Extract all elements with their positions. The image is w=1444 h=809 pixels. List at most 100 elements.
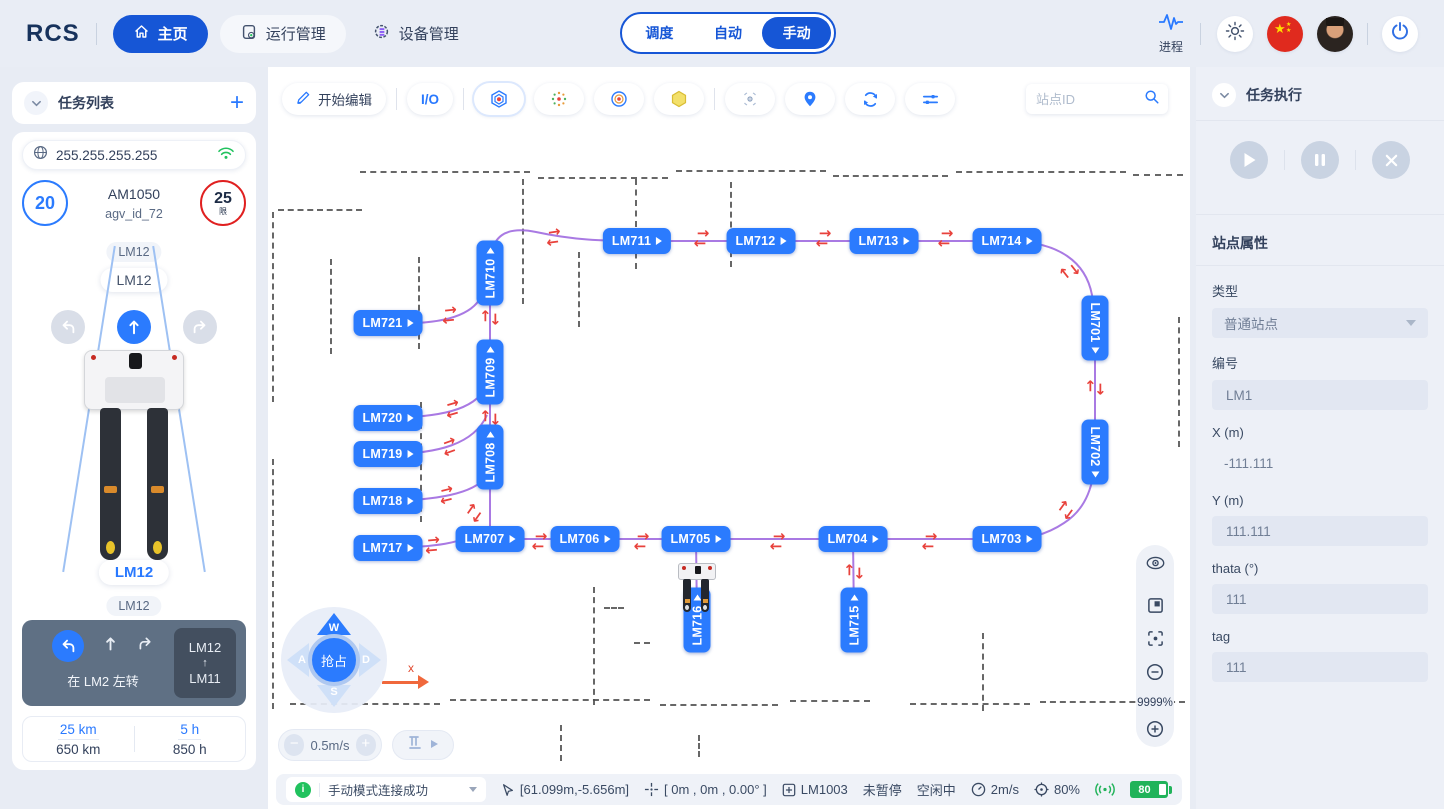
station-LM709[interactable]: LM709 xyxy=(477,340,504,405)
station-props-title: 站点属性 xyxy=(1212,215,1428,253)
station-LM701[interactable]: LM701 xyxy=(1082,296,1109,361)
minimap-button[interactable] xyxy=(1147,597,1164,619)
station-LM703[interactable]: LM703 xyxy=(973,526,1042,552)
agv-ip-field[interactable]: 255.255.255.255 xyxy=(22,140,246,170)
theme-button[interactable] xyxy=(1217,16,1253,52)
info-icon: i xyxy=(295,782,311,798)
play-button[interactable] xyxy=(1230,141,1268,179)
mode-auto[interactable]: 自动 xyxy=(694,17,763,49)
home-icon xyxy=(133,23,150,44)
station-LM712[interactable]: LM712 xyxy=(727,228,796,254)
mode-dispatch[interactable]: 调度 xyxy=(625,17,694,49)
bidirectional-arrow: →← xyxy=(532,531,545,551)
mode-manual[interactable]: 手动 xyxy=(762,17,831,49)
pencil-icon xyxy=(296,90,311,108)
work-state: 空闲中 xyxy=(917,780,956,799)
turn-right-button[interactable] xyxy=(183,310,217,344)
manual-speed-control: − 0.5m/s + xyxy=(278,729,382,761)
station-LM719[interactable]: LM719 xyxy=(354,441,423,467)
manual-turn-controls xyxy=(12,310,256,344)
field-tag: tag xyxy=(1212,629,1428,682)
speed-readout: 2m/s xyxy=(971,782,1019,797)
layer-stations-button[interactable] xyxy=(474,83,524,115)
distance-stat: 25 km 650 km xyxy=(23,721,134,757)
nav-operation[interactable]: 运行管理 xyxy=(220,15,346,53)
collapse-chevron-icon[interactable] xyxy=(24,91,48,115)
station-LM714[interactable]: LM714 xyxy=(973,228,1042,254)
nav-device[interactable]: 设备管理 xyxy=(352,15,479,53)
zoom-out-button[interactable] xyxy=(1146,663,1164,686)
agv-robot-marker[interactable] xyxy=(678,563,716,613)
process-button[interactable]: 进程 xyxy=(1158,12,1184,55)
seize-control-button[interactable]: 抢占 xyxy=(308,634,360,686)
start-edit-button[interactable]: 开始编辑 xyxy=(282,83,386,115)
user-avatar[interactable] xyxy=(1317,16,1353,52)
center-focus-button[interactable] xyxy=(1147,630,1164,652)
station-LM711[interactable]: LM711 xyxy=(603,228,671,254)
collapse-chevron-icon[interactable] xyxy=(1212,83,1236,107)
manual-speed-value: 0.5m/s xyxy=(310,738,349,753)
station-LM702[interactable]: LM702 xyxy=(1082,420,1109,485)
fork-control-button[interactable] xyxy=(392,730,454,760)
bidirectional-arrow: →← xyxy=(1085,383,1105,396)
layer-target-button[interactable] xyxy=(594,83,644,115)
field-theta: thata (°) xyxy=(1212,561,1428,614)
station-LM704[interactable]: LM704 xyxy=(819,526,888,552)
station-LM707[interactable]: LM707 xyxy=(456,526,525,552)
io-button[interactable]: I/O xyxy=(407,83,453,115)
station-LM715[interactable]: LM715 xyxy=(841,588,868,653)
layer-pointcloud-button[interactable] xyxy=(534,83,584,115)
search-icon[interactable] xyxy=(1144,89,1160,110)
location-pin-button[interactable] xyxy=(785,83,835,115)
battery-indicator: 80 xyxy=(1130,781,1172,798)
station-LM718[interactable]: LM718 xyxy=(354,488,423,514)
station-theta-input[interactable] xyxy=(1224,591,1416,608)
connection-status-dropdown[interactable]: i 手动模式连接成功 xyxy=(286,777,486,802)
cancel-button[interactable] xyxy=(1372,141,1410,179)
pause-button[interactable] xyxy=(1301,141,1339,179)
map-canvas[interactable]: →←→←→←→←→←→←→←→←→←→←→←→←→←→←→←→←→←→←→←→←… xyxy=(268,67,1190,809)
station-LM721[interactable]: LM721 xyxy=(354,310,423,336)
station-y-input[interactable] xyxy=(1224,523,1416,540)
bidirectional-arrow: →← xyxy=(694,228,707,248)
filter-sliders-button[interactable] xyxy=(905,83,955,115)
station-LM708[interactable]: LM708 xyxy=(477,425,504,490)
turn-left-button[interactable] xyxy=(51,310,85,344)
hours-stat: 5 h 850 h xyxy=(135,721,246,757)
radar-scan-button[interactable] xyxy=(725,83,775,115)
up-triangle-icon xyxy=(486,248,494,254)
station-tag-input[interactable] xyxy=(1224,659,1416,676)
play-triangle-icon xyxy=(872,535,878,543)
station-LM706[interactable]: LM706 xyxy=(551,526,620,552)
chevron-down-icon xyxy=(1406,320,1416,326)
station-LM705[interactable]: LM705 xyxy=(662,526,731,552)
station-type-select[interactable]: 普通站点 xyxy=(1212,308,1428,338)
chevron-down-icon xyxy=(469,787,477,792)
station-LM710[interactable]: LM710 xyxy=(477,241,504,306)
go-straight-button[interactable] xyxy=(117,310,151,344)
station-LM717[interactable]: LM717 xyxy=(354,535,423,561)
station-code-input[interactable] xyxy=(1224,387,1416,404)
refresh-button[interactable] xyxy=(845,83,895,115)
field-type: 类型 普通站点 xyxy=(1212,281,1428,338)
nav-straight-icon xyxy=(102,635,119,657)
station-LM713[interactable]: LM713 xyxy=(850,228,919,254)
topbar: RCS 主页 运行管理 设备管理 调度 自动 手动 进程 xyxy=(0,0,1444,67)
speed-increase-button[interactable]: + xyxy=(356,734,376,756)
speed-decrease-button[interactable]: − xyxy=(284,734,304,756)
forklift-graphic xyxy=(12,346,256,566)
layer-zone-button[interactable] xyxy=(654,83,704,115)
bidirectional-arrow: →← xyxy=(634,531,647,551)
language-flag-button[interactable]: ★ ★★ xyxy=(1267,16,1303,52)
station-LM720[interactable]: LM720 xyxy=(354,405,423,431)
odometer-stats: 25 km 650 km 5 h 850 h xyxy=(22,716,246,762)
power-button[interactable] xyxy=(1382,16,1418,52)
zoom-in-button[interactable] xyxy=(1146,720,1164,743)
nav-home[interactable]: 主页 xyxy=(113,15,208,53)
wifi-icon xyxy=(217,146,235,165)
station-x-value: -111.111 xyxy=(1212,448,1428,478)
add-task-button[interactable]: + xyxy=(230,93,244,113)
station-search-input[interactable] xyxy=(1034,91,1138,108)
robot-pose: [ 0m , 0m , 0.00° ] xyxy=(644,782,767,797)
visibility-eye-button[interactable] xyxy=(1146,556,1165,575)
